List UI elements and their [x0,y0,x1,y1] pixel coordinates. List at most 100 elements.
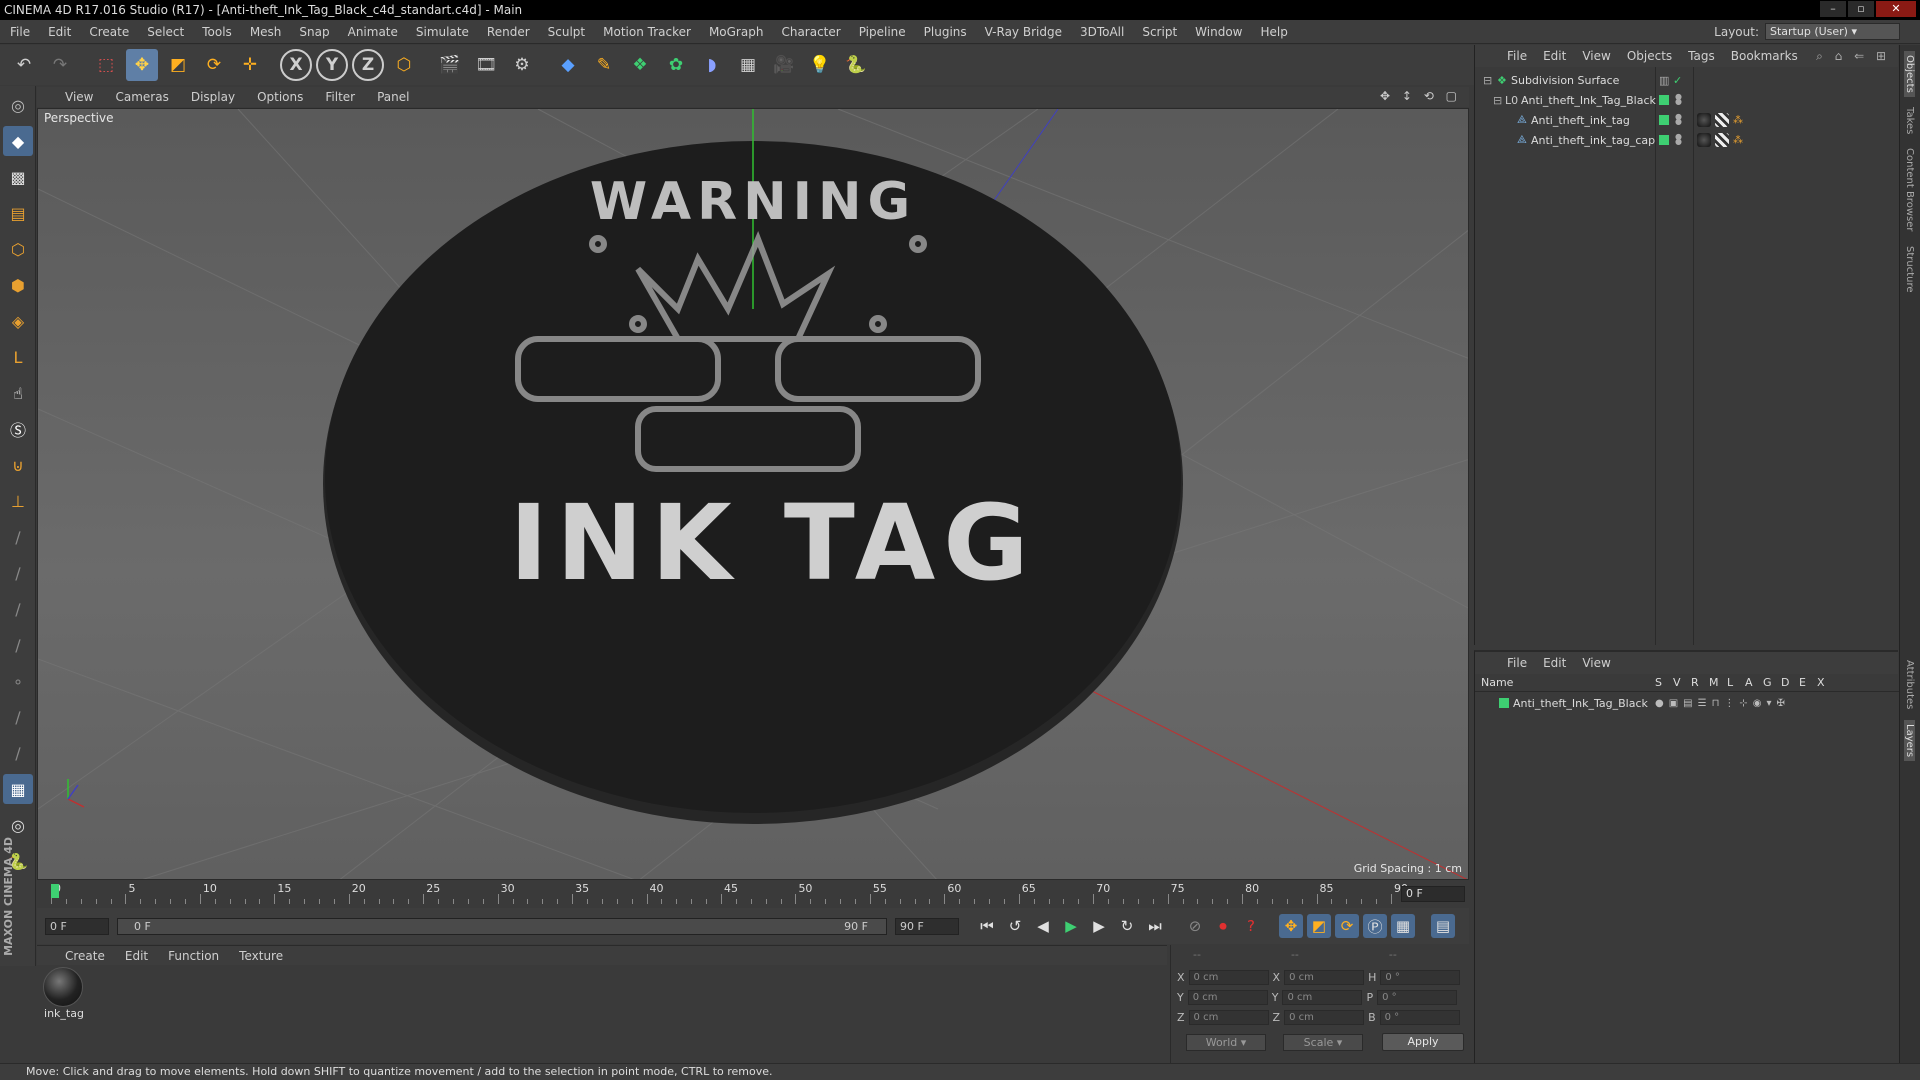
lock-workplane-icon[interactable]: ▦ [3,774,33,804]
autokey-icon[interactable]: ? [1239,914,1263,938]
menu-tools[interactable]: Tools [202,25,232,39]
end-frame-field[interactable]: 90 F [895,917,959,935]
scale-tool-icon[interactable]: ◩ [162,49,194,81]
record-active-icon[interactable]: ⏺ [1211,914,1235,938]
next-key-icon[interactable]: ↻ [1115,914,1139,938]
layer-menu-edit[interactable]: Edit [1543,656,1566,670]
tab-takes[interactable]: Takes [1904,103,1915,138]
menu-script[interactable]: Script [1142,25,1177,39]
menu-window[interactable]: Window [1195,25,1242,39]
rotate-tool-icon[interactable]: ⟳ [198,49,230,81]
layer-menu-view[interactable]: View [1582,656,1610,670]
object-menu-bookmarks[interactable]: Bookmarks [1731,49,1798,63]
pen-spline-icon[interactable]: ✎ [588,49,620,81]
previous-frame-icon[interactable]: ◀ [1031,914,1055,938]
axis-mode-icon[interactable]: L [3,342,33,372]
viewport-menu-display[interactable]: Display [191,90,235,104]
coordinate-mode-dropdown[interactable]: World ▾ [1186,1034,1266,1051]
menu-create[interactable]: Create [89,25,129,39]
camera-icon[interactable]: 🎥 [768,49,800,81]
edit-render-settings-icon[interactable]: ⚙ [506,49,538,81]
material-tag-icon[interactable] [1697,133,1711,147]
menu-motion-tracker[interactable]: Motion Tracker [603,25,691,39]
next-frame-icon[interactable]: ▶ [1087,914,1111,938]
enabled-check-icon[interactable]: ✓ [1673,74,1682,87]
texture-mode-icon[interactable]: ▩ [3,162,33,192]
menu-simulate[interactable]: Simulate [416,25,469,39]
sculpt-brush-icon[interactable]: ∕ [3,522,33,552]
visibility-dots-icon[interactable]: ● ● [1675,93,1682,106]
phong-tag-icon[interactable]: ⁂ [1733,135,1743,146]
coordinate-system-icon[interactable]: ⬡ [388,49,420,81]
object-row-ink-tag-black[interactable]: ⊟ L0 Anti_theft_Ink_Tag_Black ● ● [1475,91,1899,109]
size-x-field[interactable]: 0 cm [1284,969,1365,985]
previous-key-icon[interactable]: ↺ [1003,914,1027,938]
viewport-menu-panel[interactable]: Panel [377,90,409,104]
viewport-perspective[interactable]: WARNING INK TAG Perspective Grid Spacing… [37,108,1469,880]
undo-icon[interactable]: ↶ [8,49,40,81]
material-menu-function[interactable]: Function [168,949,219,963]
menu-edit[interactable]: Edit [48,25,71,39]
render-view-icon[interactable]: 🎬 [434,49,466,81]
object-row-ink-tag-cap[interactable]: ⟁ Anti_theft_ink_tag_cap ● ● ⁂ [1475,131,1899,149]
object-menu-file[interactable]: File [1507,49,1527,63]
rotation-b-field[interactable]: 0 ° [1379,1009,1460,1025]
visibility-dots-icon[interactable]: ● ● [1675,133,1682,146]
material-menu-create[interactable]: Create [65,949,105,963]
menu-select[interactable]: Select [147,25,184,39]
position-y-field[interactable]: 0 cm [1187,989,1268,1005]
polygons-mode-icon[interactable]: ◈ [3,306,33,336]
uvw-tag-icon[interactable] [1715,133,1729,147]
uvw-tag-icon[interactable] [1715,113,1729,127]
object-search-icon[interactable]: ⌕ ⌂ ⇐ ⊞ [1816,49,1890,64]
object-menu-view[interactable]: View [1582,49,1610,63]
menu-help[interactable]: Help [1260,25,1287,39]
viewport-menu-cameras[interactable]: Cameras [115,90,168,104]
go-to-end-icon[interactable]: ⏭ [1143,914,1167,938]
tweak-mode-icon[interactable]: ☝ [3,378,33,408]
key-scale-icon[interactable]: ◩ [1307,914,1331,938]
key-rotation-icon[interactable]: ⟳ [1335,914,1359,938]
menu-file[interactable]: File [10,25,30,39]
visibility-dots-icon[interactable]: ● ● [1675,113,1682,126]
menu-character[interactable]: Character [781,25,840,39]
layer-row[interactable]: Anti_theft_Ink_Tag_Black ●▣▤☰⊓⋮⊹◉▾✠ [1475,694,1899,712]
material-menu-edit[interactable]: Edit [125,949,148,963]
current-frame-field[interactable]: 0 F [1401,886,1465,902]
viewport-menu-options[interactable]: Options [257,90,303,104]
deformer-icon[interactable]: ◗ [696,49,728,81]
position-x-field[interactable]: 0 cm [1188,969,1269,985]
subdivision-surface-icon[interactable]: ❖ [624,49,656,81]
live-selection-icon[interactable]: ⬚ [90,49,122,81]
model-mode-icon[interactable]: ◆ [3,126,33,156]
tab-objects[interactable]: Objects [1904,51,1915,97]
position-z-field[interactable]: 0 cm [1188,1009,1269,1025]
rotation-h-field[interactable]: 0 ° [1380,969,1461,985]
playhead[interactable] [51,884,59,898]
workplane-icon[interactable]: ▤ [3,198,33,228]
quantize-icon[interactable]: ⊥ [3,486,33,516]
maximize-button[interactable]: ▫ [1848,1,1874,17]
material-swatch[interactable]: ink_tag [43,967,85,1020]
record-off-icon[interactable]: ⊘ [1183,914,1207,938]
magnet-icon[interactable]: ⊍ [3,450,33,480]
phong-tag-icon[interactable]: ⁂ [1733,115,1743,126]
z-axis-lock-icon[interactable]: Z [352,49,384,81]
apply-button[interactable]: Apply [1382,1033,1464,1051]
menu-animate[interactable]: Animate [348,25,398,39]
frame-range-slider[interactable]: 0 F 90 F [117,917,887,935]
object-menu-tags[interactable]: Tags [1688,49,1715,63]
minimize-button[interactable]: – [1820,1,1846,17]
viewport-menu-filter[interactable]: Filter [325,90,355,104]
menu-pipeline[interactable]: Pipeline [859,25,906,39]
timeline-window-icon[interactable]: ▤ [1431,914,1455,938]
timeline-ruler[interactable]: 051015202530354045505560657075808590 0 F [37,880,1469,908]
object-menu-objects[interactable]: Objects [1627,49,1672,63]
redo-icon[interactable]: ↷ [44,49,76,81]
size-z-field[interactable]: 0 cm [1284,1009,1365,1025]
relax-icon[interactable]: ∕ [3,738,33,768]
brush-icon[interactable]: ∕ [3,630,33,660]
snap-icon[interactable]: Ⓢ [3,414,33,444]
go-to-start-icon[interactable]: ⏮ [975,914,999,938]
menu-snap[interactable]: Snap [299,25,329,39]
